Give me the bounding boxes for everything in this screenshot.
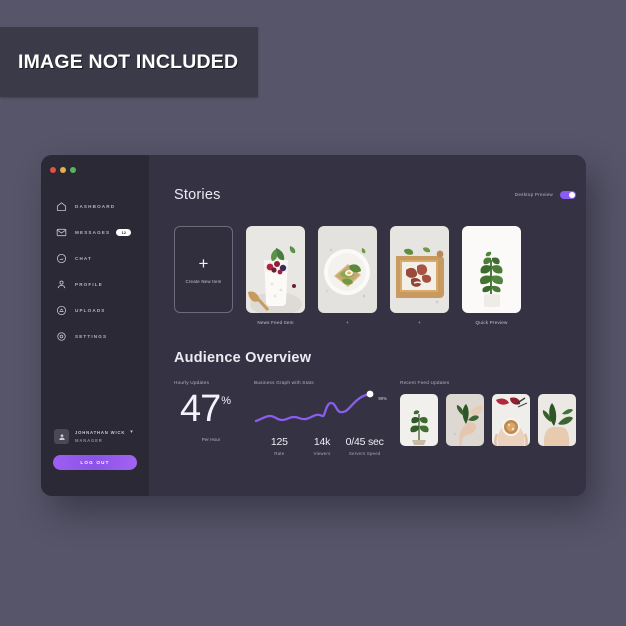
hourly-updates-sublabel: Per Hour (201, 436, 221, 442)
sidebar-item-messages[interactable]: MESSAGES 12 (41, 221, 149, 244)
story-item[interactable]: + (318, 226, 377, 326)
avatar (54, 429, 69, 444)
gear-icon (55, 331, 67, 343)
recent-feed-updates-card: Recent Feed Updates (386, 380, 576, 456)
messages-badge: 12 (116, 229, 132, 236)
sidebar-item-label: UPLOADS (75, 308, 106, 313)
sidebar-user-block[interactable]: JOHNATHAN WICK ▾ MANAGER (54, 429, 133, 444)
chart-endpoint-dot (366, 391, 374, 398)
business-graph-label: Business Graph with Stats (254, 380, 314, 386)
feed-photo-hand-branch[interactable] (446, 394, 484, 447)
sidebar-item-label: DASHBOARD (75, 204, 116, 209)
stat-servers-speed: 0/45 sec Servers Speed (343, 436, 386, 456)
plus-icon: + (198, 254, 209, 274)
maximize-window-button[interactable] (70, 167, 76, 173)
cloud-upload-icon (55, 305, 67, 317)
story-photo-avocado-toast[interactable] (318, 226, 377, 314)
sidebar-item-profile[interactable]: PROFILE (41, 273, 149, 296)
log-out-button[interactable]: LOG OUT (53, 455, 137, 470)
story-caption: Quick Preview (475, 320, 508, 326)
window-traffic-lights (50, 167, 76, 173)
stat-label: Rate (274, 451, 285, 457)
home-icon (55, 201, 67, 213)
story-photo-yogurt-parfait[interactable] (246, 226, 305, 314)
audience-body: Hourly Updates 47 % Per Hour Business Gr… (174, 380, 576, 456)
feed-photo-hand-leaves[interactable] (538, 394, 576, 447)
toggle-knob (569, 191, 575, 198)
hourly-updates-label: Hourly Updates (174, 380, 210, 386)
sidebar-item-dashboard[interactable]: DASHBOARD (41, 195, 149, 218)
desktop-preview-toggle-group[interactable]: Desktop Preview (514, 190, 576, 199)
story-caption (174, 320, 233, 326)
hourly-updates-value: 47 (180, 388, 221, 431)
story-item[interactable]: + Create New Item (174, 226, 233, 326)
graph-stats-row: 125 Rate 14k Viewers 0/45 sec Servers Sp… (254, 436, 386, 456)
feed-photo-potted-plant[interactable] (400, 394, 438, 447)
feed-photo-hands-bowl[interactable] (492, 394, 530, 447)
page-title: Stories (174, 186, 221, 203)
story-caption: + (346, 320, 349, 326)
hourly-updates-card: Hourly Updates 47 % Per Hour (174, 380, 254, 456)
hourly-updates-unit: % (221, 395, 232, 408)
story-caption: News Feed Item (257, 320, 294, 326)
stat-value: 125 (270, 436, 288, 449)
business-graph-card: Business Graph with Stats 90% 125 Rate 1… (254, 380, 387, 456)
chevron-down-icon[interactable]: ▾ (130, 430, 133, 435)
stat-label: Viewers (313, 451, 331, 457)
desktop-preview-label: Desktop Preview (514, 192, 553, 198)
sidebar: DASHBOARD MESSAGES 12 CHAT PROFILE UPLOA… (41, 155, 149, 496)
envelope-icon (55, 227, 67, 239)
stat-label: Servers Speed (348, 451, 381, 457)
stat-value: 0/45 sec (345, 436, 384, 449)
hourly-updates-value-group: 47 % (174, 388, 254, 431)
dashboard-window: DASHBOARD MESSAGES 12 CHAT PROFILE UPLOA… (41, 155, 586, 496)
story-photo-meat-board[interactable] (390, 226, 449, 314)
story-item[interactable]: + (390, 226, 449, 326)
close-window-button[interactable] (50, 167, 56, 173)
sidebar-item-settings[interactable]: SETTINGS (41, 325, 149, 348)
sidebar-item-uploads[interactable]: UPLOADS (41, 299, 149, 322)
sidebar-item-label: MESSAGES (75, 230, 111, 235)
story-item[interactable]: News Feed Item (246, 226, 305, 326)
story-item[interactable]: Quick Preview (462, 226, 521, 326)
business-graph-plot[interactable]: 90% (254, 389, 387, 433)
line-chart-svg (254, 391, 374, 423)
story-caption: + (418, 320, 421, 326)
stories-row: + Create New Item News Feed Item + + Qui… (174, 226, 576, 326)
watermark-text: IMAGE NOT INCLUDED (18, 50, 239, 73)
image-not-included-banner: IMAGE NOT INCLUDED (0, 27, 258, 97)
user-role: MANAGER (75, 438, 103, 443)
sidebar-item-label: PROFILE (75, 282, 103, 287)
audience-overview-title: Audience Overview (174, 350, 312, 367)
stat-viewers: 14k Viewers (301, 436, 344, 456)
chart-endpoint-label: 90% (378, 396, 387, 402)
main-content: Stories Desktop Preview + Create New Ite… (149, 155, 586, 496)
sidebar-item-label: CHAT (75, 256, 93, 261)
stat-rate: 125 Rate (258, 436, 301, 456)
stories-header: Stories Desktop Preview (174, 177, 576, 212)
sidebar-item-label: SETTINGS (75, 334, 108, 339)
chat-bubble-icon (55, 253, 67, 265)
sidebar-item-chat[interactable]: CHAT (41, 247, 149, 270)
user-icon (55, 279, 67, 291)
create-new-item-label: Create New Item (185, 279, 222, 285)
story-photo-green-plant[interactable] (462, 226, 521, 314)
desktop-preview-toggle[interactable] (560, 190, 576, 199)
create-new-item-card[interactable]: + Create New Item (174, 226, 233, 314)
recent-feed-updates-label: Recent Feed Updates (400, 380, 450, 386)
user-name: JOHNATHAN WICK (75, 430, 126, 435)
recent-feed-row (400, 394, 576, 447)
minimize-window-button[interactable] (60, 167, 66, 173)
stat-value: 14k (313, 436, 331, 449)
sidebar-nav: DASHBOARD MESSAGES 12 CHAT PROFILE UPLOA… (41, 195, 149, 351)
